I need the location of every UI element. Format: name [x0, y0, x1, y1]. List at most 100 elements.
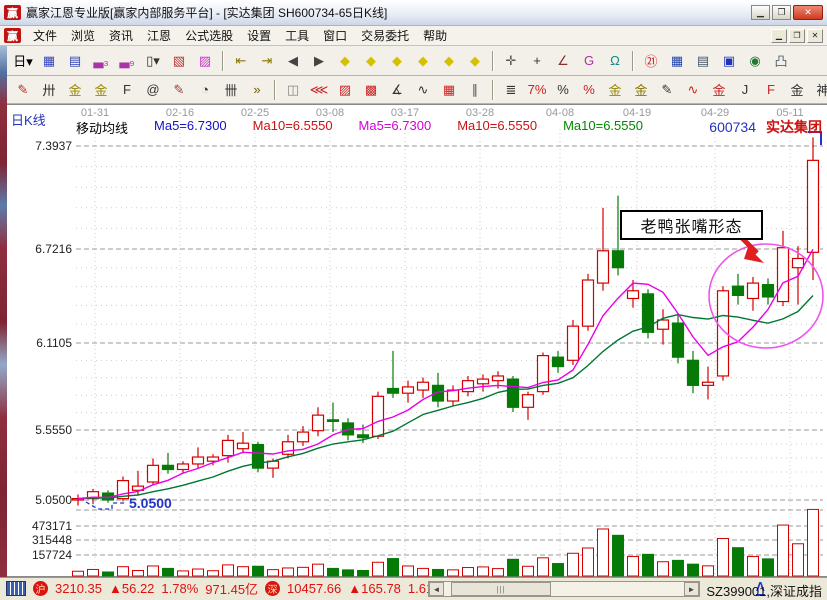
minute-3-chart-icon[interactable]: ▃₃	[89, 49, 113, 72]
gold-circle-icon[interactable]: 金	[603, 78, 627, 101]
main-toolbar: 日▾▦▤▃₃▃₉▯▾▧▨⇤⇥◀▶◆◆◆◆◆◆✛+∠GΩ㉑▦▤▣◉凸	[0, 46, 827, 76]
close-button[interactable]: ✕	[793, 5, 823, 20]
quote-report-icon[interactable]: ▤	[63, 49, 87, 72]
kline-chart-canvas[interactable]: 7.39376.72166.11055.55505.05004731713154…	[0, 105, 827, 578]
app-logo-icon: 赢	[4, 5, 21, 20]
menu-item-资讯[interactable]: 资讯	[102, 27, 140, 45]
f-tool-icon[interactable]: F	[115, 78, 139, 101]
volume-profile-icon[interactable]: ▨	[193, 49, 217, 72]
menu-item-帮助[interactable]: 帮助	[416, 27, 454, 45]
diamond-left-icon[interactable]: ◆	[333, 49, 357, 72]
period-daily-dropdown[interactable]: 日▾	[11, 49, 35, 72]
shenzhen-market-icon: 深	[265, 581, 280, 596]
gold-grid-icon[interactable]: 金	[63, 78, 87, 101]
menu-item-文件[interactable]: 文件	[26, 27, 64, 45]
shanghai-market-icon: 沪	[33, 581, 48, 596]
kline-chart-panel: 日K线 移动均线Ma5=6.7300Ma10=6.5550Ma5=6.7300M…	[0, 104, 827, 577]
notes-report-icon[interactable]: ▤	[691, 49, 715, 72]
child-close-button[interactable]: ✕	[807, 29, 823, 43]
next-bar-icon[interactable]: ▶	[307, 49, 331, 72]
diamond-expand-icon[interactable]: ◆	[385, 49, 409, 72]
ma-legend-entry: Ma10=6.5550	[457, 118, 537, 137]
gann-fence-icon[interactable]: 卅	[37, 78, 61, 101]
print-icon[interactable]: 凸	[769, 49, 793, 72]
save-icon[interactable]: ▣	[717, 49, 741, 72]
percent-7-icon[interactable]: 7%	[525, 78, 549, 101]
ma-legend-entry: 移动均线	[76, 118, 128, 137]
multi-chart-icon[interactable]: ▦	[37, 49, 61, 72]
wave-tool-icon[interactable]: ∿	[681, 78, 705, 101]
more-tools-chevron[interactable]: »	[245, 78, 269, 101]
percent-icon[interactable]: %	[551, 78, 575, 101]
angle-measure-icon[interactable]: ∠	[551, 49, 575, 72]
first-page-icon[interactable]: ⇤	[229, 49, 253, 72]
menu-item-浏览[interactable]: 浏览	[64, 27, 102, 45]
parallel-lines-icon[interactable]: ∥	[463, 78, 487, 101]
scroll-left-arrow[interactable]: ◄	[429, 582, 444, 596]
menu-item-窗口[interactable]: 窗口	[316, 27, 354, 45]
percent-line-icon[interactable]: %	[577, 78, 601, 101]
diamond-zoomin-icon[interactable]: ◆	[437, 49, 461, 72]
diamond-right-icon[interactable]: ◆	[359, 49, 383, 72]
child-minimize-button[interactable]: ▁	[771, 29, 787, 43]
minimize-button[interactable]: ▁	[751, 5, 770, 20]
crosshair-icon[interactable]: +	[525, 49, 549, 72]
menu-item-交易委托[interactable]: 交易委托	[354, 27, 416, 45]
gold-grid2-icon[interactable]: 金	[89, 78, 113, 101]
last-page-icon[interactable]: ⇥	[255, 49, 279, 72]
keyboard-wizard-icon[interactable]	[6, 581, 26, 596]
menu-item-公式选股[interactable]: 公式选股	[178, 27, 240, 45]
j-line-icon[interactable]: J	[733, 78, 757, 101]
sz-index-change: ▲165.78	[348, 581, 401, 596]
clock-cycle-icon[interactable]: ◔	[193, 78, 217, 101]
hand-tool-icon[interactable]: ✛	[499, 49, 523, 72]
stock-code: 600734	[709, 119, 756, 135]
menu-item-设置[interactable]: 设置	[240, 27, 278, 45]
sz-index-value: 10457.66	[287, 581, 341, 596]
menu-item-工具[interactable]: 工具	[278, 27, 316, 45]
grid-red-icon[interactable]: ▦	[437, 78, 461, 101]
horizontal-scrollbar[interactable]: ◄ ||| ►	[428, 581, 700, 597]
zigzag-icon[interactable]: ∿	[411, 78, 435, 101]
candle-style-dropdown[interactable]: ▯▾	[141, 49, 165, 72]
ma-legend-entry: Ma5=6.7300	[154, 118, 227, 137]
diamond-zoomout-icon[interactable]: ◆	[463, 49, 487, 72]
fence2-icon[interactable]: 卌	[219, 78, 243, 101]
toolbar-separator	[632, 51, 634, 71]
f-line-icon[interactable]: F	[759, 78, 783, 101]
kline-mode-label: 日K线	[11, 110, 46, 129]
web-data-icon[interactable]: ◉	[743, 49, 767, 72]
marker-pen-icon[interactable]: ✎	[655, 78, 679, 101]
calendar-21-icon[interactable]: ㉑	[639, 49, 663, 72]
shen-line-icon[interactable]: 神	[811, 78, 827, 101]
sh-index-value: 3210.35	[55, 581, 102, 596]
gold-angle-icon[interactable]: 金	[785, 78, 809, 101]
fan-lines-icon[interactable]: ⋘	[307, 78, 331, 101]
diamond-compress-icon[interactable]: ◆	[411, 49, 435, 72]
box-fan-icon[interactable]: ▨	[333, 78, 357, 101]
box-rays-icon[interactable]: ▩	[359, 78, 383, 101]
left-edge-decoration	[0, 46, 7, 577]
drawing-toolbar: ✎卅金金F@✎◔卌»◫⋘▨▩∡∿▦∥≣7%%%金金✎∿金JF金神庄四	[0, 76, 827, 104]
box-tool-icon[interactable]: ◫	[281, 78, 305, 101]
gann-box-icon[interactable]: G	[577, 49, 601, 72]
kline-pattern-icon[interactable]: ▧	[167, 49, 191, 72]
menu-item-江恩[interactable]: 江恩	[140, 27, 178, 45]
angle-rays-icon[interactable]: ∡	[385, 78, 409, 101]
sh-index-pct: 1.78%	[161, 581, 198, 596]
scale-list-icon[interactable]: ≣	[499, 78, 523, 101]
gold-red-icon[interactable]: 金	[707, 78, 731, 101]
brush-pen-icon[interactable]: ✎	[11, 78, 35, 101]
analysis-brain-icon[interactable]: Ω	[603, 49, 627, 72]
spiral-tool-icon[interactable]: @	[141, 78, 165, 101]
restore-button[interactable]: ❐	[772, 5, 791, 20]
status-bar: 沪 3210.35 ▲56.22 1.78% 971.45亿 深 10457.6…	[0, 577, 827, 599]
minute-9-chart-icon[interactable]: ▃₉	[115, 49, 139, 72]
calculator-icon[interactable]: ▦	[665, 49, 689, 72]
scrollbar-thumb[interactable]: |||	[451, 582, 551, 596]
child-restore-button[interactable]: ❐	[789, 29, 805, 43]
gold-line-icon[interactable]: 金	[629, 78, 653, 101]
pen-gauge-icon[interactable]: ✎	[167, 78, 191, 101]
prev-bar-icon[interactable]: ◀	[281, 49, 305, 72]
scroll-right-arrow[interactable]: ►	[684, 582, 699, 596]
